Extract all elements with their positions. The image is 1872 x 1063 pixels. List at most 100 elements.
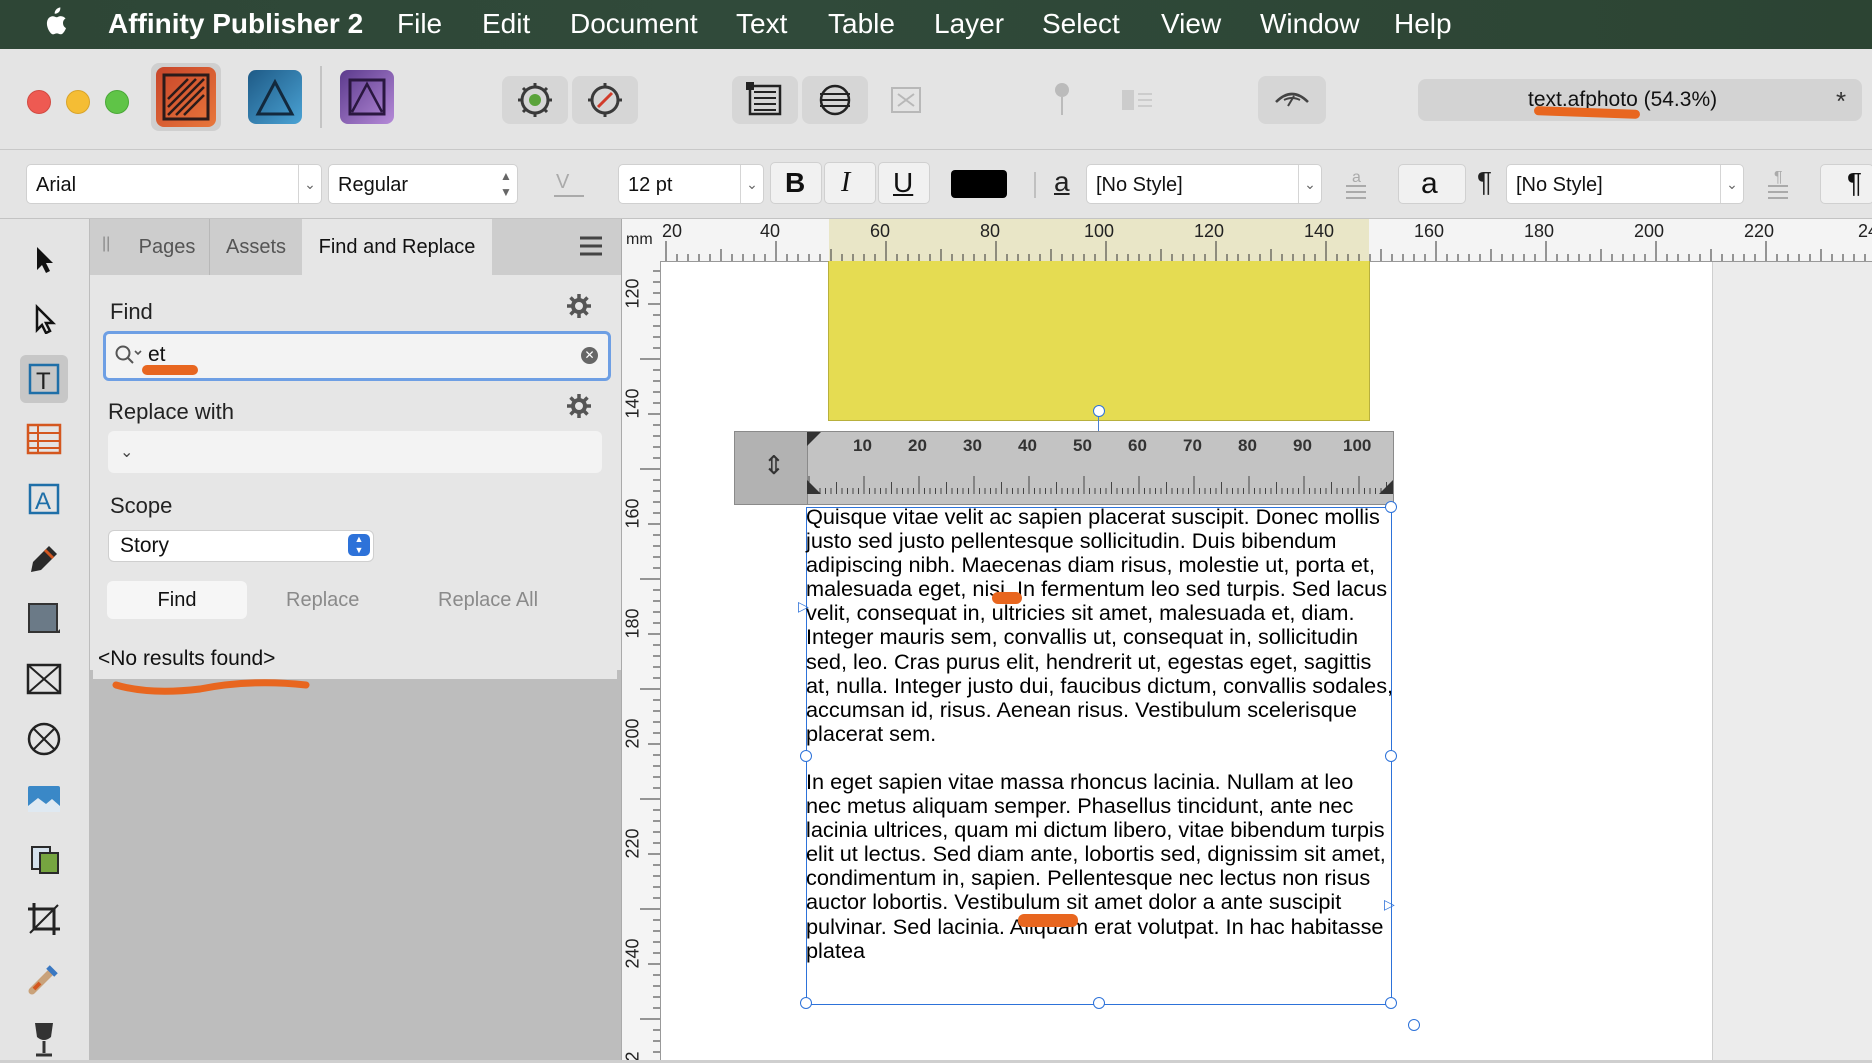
rectangle-tool[interactable] [20,595,68,643]
text-color-swatch[interactable] [951,170,1007,198]
character-style-dropdown[interactable]: [No Style] ⌄ [1086,164,1322,204]
italic-button[interactable]: I [824,162,876,204]
selection-handle[interactable] [1408,1019,1420,1031]
preflight-button[interactable] [502,76,568,124]
glass-tool[interactable] [20,1015,68,1063]
designer-persona-icon[interactable] [248,70,302,124]
scope-dropdown[interactable]: Story ▲ ▼ [108,530,374,562]
replace-all-button[interactable]: Replace All [438,589,538,612]
publisher-persona-icon [156,67,216,127]
place-image-tool[interactable] [20,775,68,823]
replace-options-gear-icon[interactable] [566,393,592,419]
paragraph-button[interactable]: ¶ [1820,164,1872,204]
panel-tabs: || Pages Assets Find and Replace [90,219,621,275]
unsaved-marker: * [1836,86,1847,116]
menu-text[interactable]: Text [736,8,787,40]
table-tool[interactable] [20,415,68,463]
selection-handle[interactable] [1385,501,1397,513]
frame-ruler-label: 90 [1293,436,1312,455]
tab-find-and-replace[interactable]: Find and Replace [302,219,492,275]
horizontal-ruler[interactable]: mm 20 40 60 80 100 120 140 160 180 200 2… [622,219,1872,262]
paragraph-style-dropdown[interactable]: [No Style] ⌄ [1506,164,1744,204]
close-window-button[interactable] [27,90,51,114]
replace-input[interactable]: ⌄ [108,431,602,473]
find-button[interactable]: Find [107,581,247,619]
crop-tool[interactable] [20,895,68,943]
node-tool[interactable] [20,295,68,343]
hide-interface-button[interactable] [1258,76,1326,124]
svg-text:V: V [556,171,570,193]
frame-text-tool[interactable]: T [20,355,68,403]
frame-ruler-label: 70 [1183,436,1202,455]
app-menu[interactable]: Affinity Publisher 2 [108,8,363,40]
svg-text:¶: ¶ [1774,169,1783,186]
paragraph-style-panel-icon: ¶ [1760,166,1796,202]
frame-ruler-handle[interactable]: ⇕ [735,432,808,504]
replace-button[interactable]: Replace [286,589,359,612]
photo-persona-icon[interactable] [340,70,394,124]
menu-layer[interactable]: Layer [934,8,1004,40]
menu-edit[interactable]: Edit [482,8,530,40]
selection-handle[interactable] [1093,997,1105,1009]
document-tab[interactable]: text.afphoto (54.3%) * [1418,79,1862,121]
selection-handle[interactable] [1385,750,1397,762]
font-style-dropdown[interactable]: Regular ▲ ▼ [328,164,518,204]
selection-handle[interactable] [1385,997,1397,1009]
text-flow-out-icon[interactable]: ▷ [1384,896,1395,913]
frame-ruler-label: 30 [963,436,982,455]
rotation-handle[interactable] [1093,405,1105,417]
vector-crop-tool[interactable] [20,835,68,883]
pen-tool[interactable] [20,535,68,583]
selection-handle[interactable] [800,750,812,762]
chevron-down-icon: ⌄ [120,444,134,461]
bold-label: B [785,167,806,198]
font-family-dropdown[interactable]: Arial ⌄ [26,164,322,204]
menu-select[interactable]: Select [1042,8,1120,40]
assistant-button[interactable] [572,76,638,124]
text-wrap-button[interactable] [732,76,798,124]
font-size-value: 12 pt [628,174,673,196]
menu-file[interactable]: File [397,8,442,40]
menu-table[interactable]: Table [828,8,895,40]
minimize-window-button[interactable] [66,90,90,114]
character-style-panel-icon: a [1338,166,1374,202]
font-size-field[interactable]: 12 pt ⌄ [618,164,764,204]
vertical-ruler[interactable]: 120 140 160 180 200 220 240 2 [622,261,661,1060]
annotation-underline [142,365,198,375]
stepper-icon: ▲ ▼ [500,169,512,199]
underline-button[interactable]: U [878,162,930,204]
menu-document[interactable]: Document [570,8,698,40]
menu-help[interactable]: Help [1394,8,1452,40]
artistic-text-tool[interactable]: A [20,475,68,523]
find-input-value: et [148,343,166,366]
panel-menu-icon[interactable] [578,235,604,257]
character-style-button[interactable]: a [1398,164,1466,204]
ellipse-frame-tool[interactable] [20,715,68,763]
move-tool[interactable] [20,235,68,283]
annotation-underline [112,679,310,695]
text-flow-in-icon[interactable]: ▷ [798,598,809,615]
apple-icon[interactable] [40,6,68,45]
menu-view[interactable]: View [1161,8,1221,40]
ruler-tick-label: 160 [1414,221,1445,241]
menu-window[interactable]: Window [1260,8,1360,40]
yellow-rectangle-shape[interactable] [828,261,1370,421]
tab-assets[interactable]: Assets [210,219,302,275]
selection-handle[interactable] [800,997,812,1009]
picture-frame-tool[interactable] [20,655,68,703]
tab-pages[interactable]: Pages [126,219,208,275]
clear-search-icon[interactable]: ✕ [581,347,598,364]
ruler-tick-label: 60 [870,221,891,241]
find-options-gear-icon[interactable] [566,293,592,319]
bold-button[interactable]: B [770,162,822,204]
story-paragraph-2: In eget sapien vitae massa rhoncus lacin… [806,768,1386,963]
tools-panel: T A [0,219,90,1060]
text-frame-ruler[interactable]: ⇕ 10 20 30 40 50 60 70 80 90 100 [734,431,1394,505]
frame-ruler-label: 100 [1343,436,1372,455]
zoom-window-button[interactable] [105,90,129,114]
ruler-tick-label: 100 [1084,221,1115,241]
text-frame[interactable]: Quisque vitae velit ac sapien placerat s… [806,504,1394,987]
grip-icon[interactable]: || [102,235,110,253]
color-picker-tool[interactable] [20,955,68,1003]
text-wrap-settings-button[interactable] [802,76,868,124]
